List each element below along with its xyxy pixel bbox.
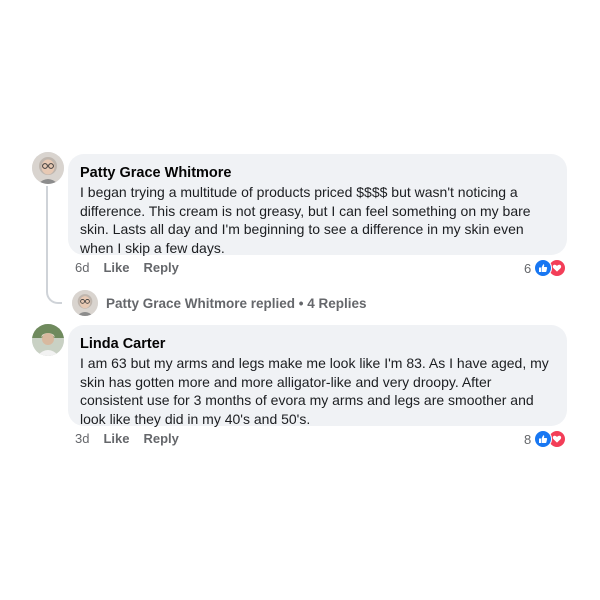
- comment-author[interactable]: Patty Grace Whitmore: [80, 164, 555, 182]
- reply-button[interactable]: Reply: [143, 431, 178, 446]
- comment-text: I began trying a multitude of products p…: [80, 184, 531, 256]
- view-replies-link[interactable]: Patty Grace Whitmore replied • 4 Replies: [72, 290, 367, 316]
- comment-timestamp[interactable]: 3d: [75, 431, 89, 446]
- comment-text: I am 63 but my arms and legs make me loo…: [80, 355, 549, 427]
- reaction-count: 6: [524, 260, 532, 276]
- reaction-count: 8: [524, 431, 532, 447]
- reaction-summary[interactable]: 6: [524, 259, 567, 277]
- comment-bubble: Linda Carter I am 63 but my arms and leg…: [68, 325, 567, 427]
- avatar[interactable]: [32, 324, 64, 356]
- avatar: [72, 290, 98, 316]
- replies-summary[interactable]: Patty Grace Whitmore replied • 4 Replies: [106, 296, 367, 311]
- comment-timestamp[interactable]: 6d: [75, 260, 89, 275]
- thread-connector-line: [46, 186, 62, 304]
- reaction-summary[interactable]: 8: [524, 430, 567, 448]
- reply-button[interactable]: Reply: [143, 260, 178, 275]
- comment-author[interactable]: Linda Carter: [80, 335, 555, 353]
- like-button[interactable]: Like: [103, 260, 129, 275]
- like-icon: [534, 259, 553, 277]
- avatar-image-icon: [32, 324, 64, 356]
- avatar-image-icon: [72, 290, 98, 316]
- comment-actions: 3d Like Reply: [75, 431, 193, 446]
- avatar[interactable]: [32, 152, 64, 184]
- comment-bubble: Patty Grace Whitmore I began trying a mu…: [68, 154, 567, 256]
- avatar-image-icon: [32, 152, 64, 184]
- like-button[interactable]: Like: [103, 431, 129, 446]
- like-icon: [534, 430, 553, 448]
- comment-actions: 6d Like Reply: [75, 260, 193, 275]
